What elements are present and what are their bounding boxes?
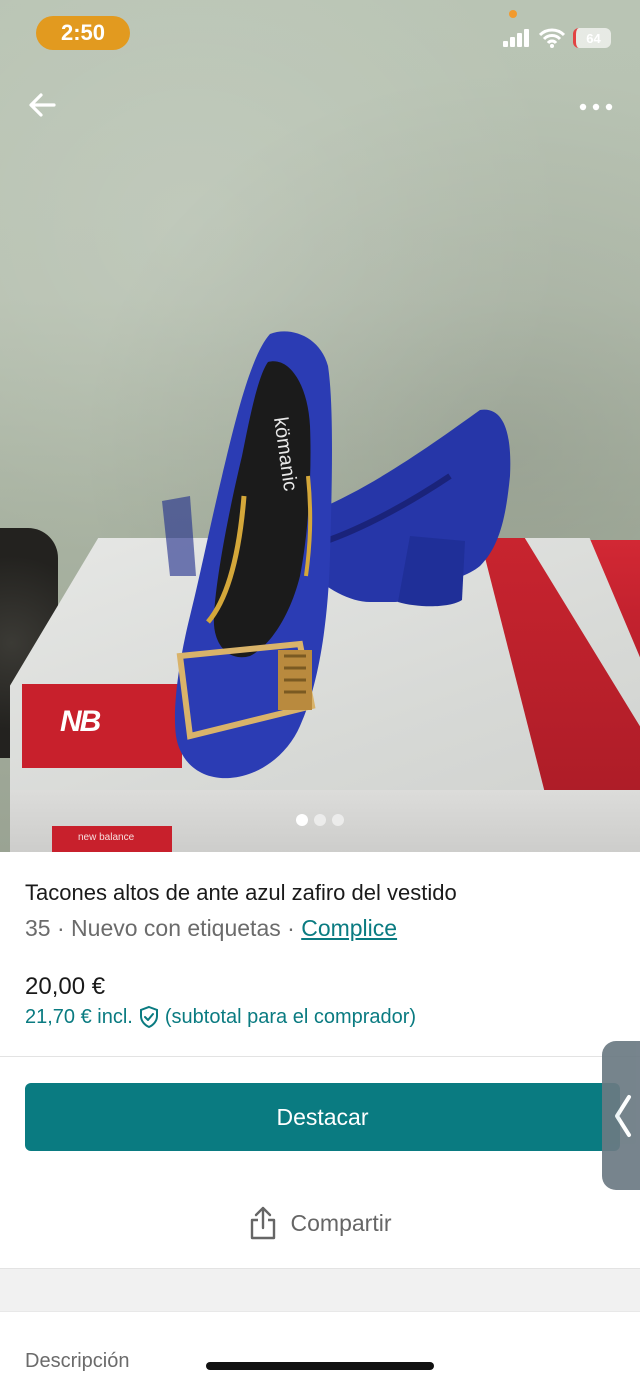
item-size: 35 bbox=[25, 915, 51, 941]
item-price: 20,00 € bbox=[25, 973, 106, 1000]
product-photo[interactable]: NB new balance kömanic bbox=[0, 0, 640, 852]
carousel-dot-3[interactable] bbox=[332, 814, 344, 826]
status-time: 2:50 bbox=[36, 16, 130, 50]
item-condition: Nuevo con etiquetas bbox=[71, 915, 281, 941]
listing-screen: NB new balance kömanic 2:50 64 Tacones a… bbox=[0, 0, 640, 1384]
share-button[interactable]: Compartir bbox=[0, 1198, 640, 1248]
description-label: Descripción bbox=[25, 1350, 130, 1372]
battery-level: 64 bbox=[586, 30, 601, 46]
section-separator bbox=[0, 1268, 640, 1312]
home-indicator bbox=[206, 1362, 434, 1370]
arrow-left-icon[interactable] bbox=[26, 88, 60, 122]
signal-icon bbox=[503, 29, 529, 47]
blue-heel-shoe: kömanic bbox=[162, 331, 511, 779]
item-meta: 35 · Nuevo con etiquetas · Complice bbox=[25, 915, 397, 942]
price-incl-row[interactable]: 21,70 € incl. (subtotal para el comprado… bbox=[25, 1005, 416, 1029]
photo-box-tag: new balance bbox=[52, 826, 172, 852]
status-icons: 64 bbox=[503, 26, 611, 50]
carousel-dots bbox=[0, 814, 640, 826]
more-dots-icon[interactable] bbox=[578, 98, 614, 116]
photo-box-logo: NB bbox=[60, 705, 101, 738]
divider bbox=[0, 1056, 640, 1057]
meta-separator: · bbox=[56, 915, 65, 941]
destacar-button[interactable]: Destacar bbox=[25, 1083, 620, 1151]
battery-icon: 64 bbox=[573, 28, 611, 48]
price-incl: 21,70 € incl. bbox=[25, 1005, 133, 1028]
privacy-indicator bbox=[509, 10, 517, 18]
side-panel-handle[interactable] bbox=[602, 1041, 640, 1190]
item-title: Tacones altos de ante azul zafiro del ve… bbox=[25, 880, 457, 905]
carousel-dot-1[interactable] bbox=[296, 814, 308, 826]
chevron-left-icon bbox=[615, 1095, 631, 1137]
brand-link[interactable]: Complice bbox=[301, 915, 397, 941]
share-label: Compartir bbox=[290, 1209, 392, 1236]
share-icon bbox=[250, 1206, 275, 1240]
carousel-dot-2[interactable] bbox=[314, 814, 326, 826]
price-incl-note: (subtotal para el comprador) bbox=[164, 1005, 417, 1028]
shield-check-icon bbox=[139, 1005, 158, 1029]
meta-separator: · bbox=[287, 915, 295, 941]
wifi-icon bbox=[539, 28, 565, 48]
